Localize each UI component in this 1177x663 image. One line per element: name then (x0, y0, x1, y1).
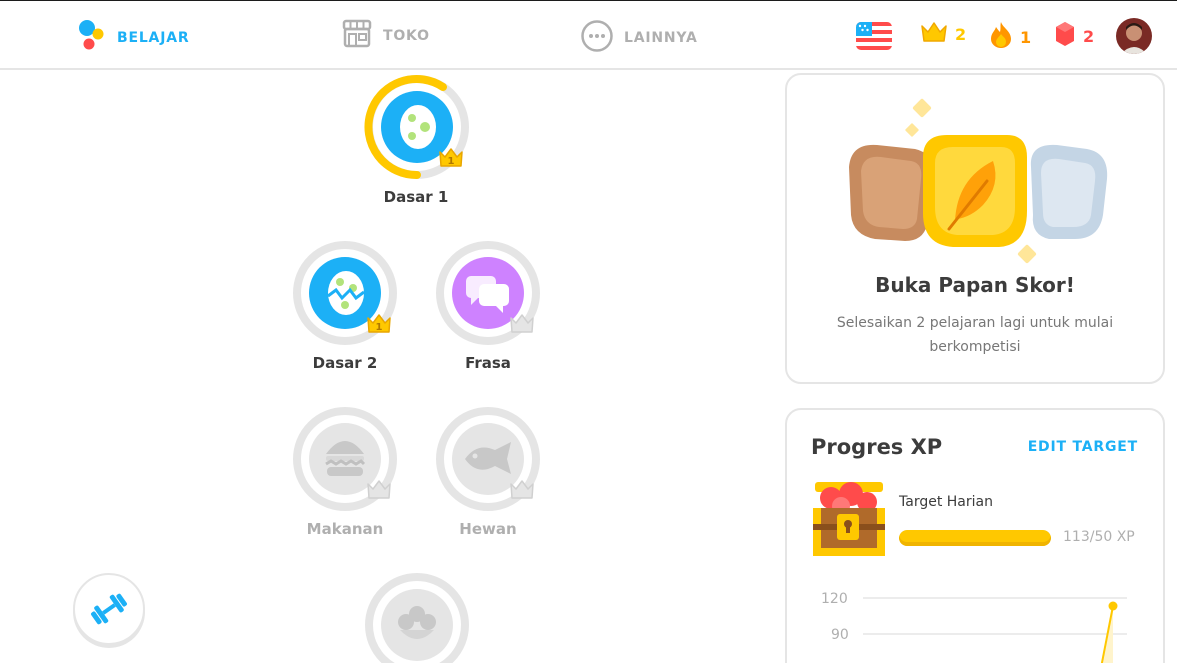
cracked-egg-icon (327, 271, 365, 315)
leaderboard-card: Buka Papan Skor! Selesaikan 2 pelajaran … (785, 73, 1165, 384)
skill-frasa[interactable] (433, 238, 543, 348)
gems-count: 2 (1083, 26, 1095, 46)
gem-icon (1054, 21, 1076, 51)
more-icon (580, 19, 614, 57)
us-flag-icon[interactable] (856, 22, 892, 50)
dumbbell-icon (91, 593, 127, 625)
xp-data-point (1108, 601, 1118, 611)
nav-shop-label: TOKO (383, 28, 430, 44)
top-nav-bar: BELAJAR TOKO LAINNYA 2 1 2 (0, 0, 1177, 70)
fire-icon (989, 21, 1013, 53)
egg-icon (400, 105, 436, 149)
treasure-chest-icon (811, 478, 887, 564)
xp-card-title: Progres XP (811, 435, 943, 459)
skill-label-dasar-2: Dasar 2 (312, 354, 378, 372)
skill-label-frasa: Frasa (465, 354, 511, 372)
crown-icon (920, 21, 948, 47)
skill-label-makanan: Makanan (306, 520, 384, 538)
nav-learn[interactable]: BELAJAR (77, 19, 189, 57)
shop-icon (341, 19, 373, 53)
nav-shop[interactable]: TOKO (341, 19, 430, 53)
leaderboard-subtitle: Selesaikan 2 pelajaran lagi untuk mulai … (836, 315, 1114, 355)
nav-more-label: LAINNYA (624, 30, 698, 46)
xp-value: 113/50 XP (1063, 529, 1135, 545)
edit-target-link[interactable]: EDIT TARGET (1028, 439, 1138, 455)
leaderboard-title: Buka Papan Skor! (875, 273, 1075, 297)
skill-locked-next[interactable] (362, 570, 472, 663)
xp-progress-bar (899, 530, 1051, 546)
xp-progress-card: Progres XP EDIT TARGET Target Harian 113… (785, 408, 1165, 663)
gems-counter[interactable]: 2 (1054, 21, 1094, 51)
duo-dots-icon (77, 19, 107, 57)
practice-button[interactable] (73, 573, 145, 645)
league-shields-icon (849, 98, 1108, 264)
crowns-count: 2 (955, 24, 967, 44)
skill-dasar-2[interactable]: 1 (290, 238, 400, 348)
app-page: BELAJAR TOKO LAINNYA 2 1 2 1 Dasar 1 1 D… (0, 0, 1177, 663)
skill-level: 1 (448, 156, 455, 167)
skill-hewan[interactable] (433, 404, 543, 514)
xp-progress-fill (899, 530, 1051, 546)
streak-counter[interactable]: 1 (989, 21, 1031, 53)
skill-level: 1 (376, 322, 383, 333)
streak-count: 1 (1020, 27, 1032, 47)
crowns-counter[interactable]: 2 (920, 21, 966, 47)
skill-dasar-1[interactable]: 1 (362, 72, 472, 182)
xp-chart (863, 597, 1127, 663)
avatar[interactable] (1116, 18, 1152, 54)
daily-target-label: Target Harian (899, 494, 993, 510)
nav-more[interactable]: LAINNYA (580, 19, 698, 57)
skill-makanan[interactable] (290, 404, 400, 514)
skill-label-dasar-1: Dasar 1 (383, 188, 449, 206)
skill-label-hewan: Hewan (459, 520, 517, 538)
nav-learn-label: BELAJAR (117, 30, 190, 46)
